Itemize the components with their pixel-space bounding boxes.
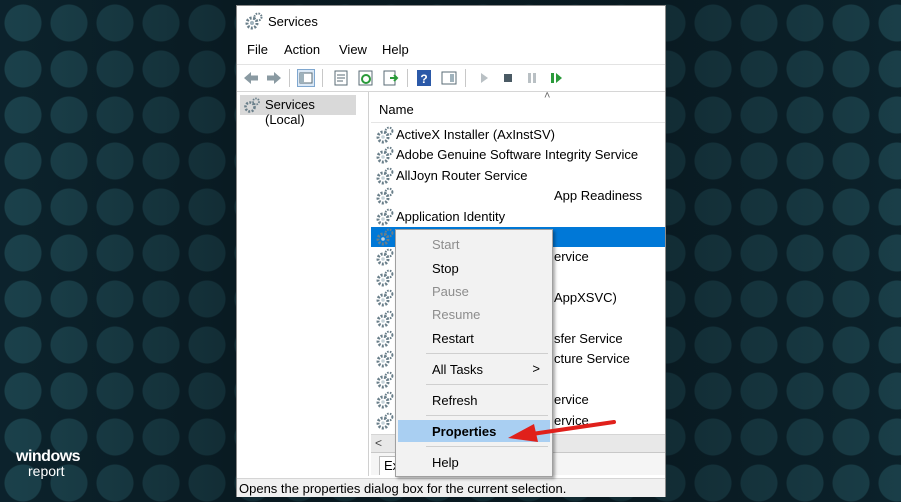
back-arrow-icon[interactable] [242,69,260,87]
menu-separator [426,353,548,354]
service-gear-icon [376,228,394,249]
menu-view[interactable]: View [339,42,367,57]
menu-item-pause[interactable]: Pause [398,280,550,302]
restart-service-icon[interactable] [547,69,565,87]
show-hide-console-tree-icon[interactable] [297,69,315,87]
service-gear-icon [376,187,394,208]
svg-text:?: ? [420,72,427,86]
toolbar: ? [237,64,665,92]
window-title: Services [268,14,318,29]
service-name: ActiveX Installer (AxInstSV) [396,127,555,142]
service-row[interactable]: AllJoyn Router Service [371,166,665,186]
menu-item-label: Pause [432,284,469,299]
service-gear-icon [376,126,394,147]
toolbar-separator [407,69,408,87]
status-bar: Opens the properties dialog box for the … [237,478,665,497]
menu-item-stop[interactable]: Stop [398,257,550,279]
menu-item-label: Properties [432,424,497,439]
service-name: Adobe Genuine Software Integrity Service [396,147,639,163]
scroll-left-icon[interactable]: < [375,436,382,450]
services-gear-icon [244,97,260,116]
menu-help[interactable]: Help [382,42,409,57]
windows-report-logo: windows report [16,448,81,479]
menu-item-refresh[interactable]: Refresh [398,389,550,411]
title-bar[interactable]: Services [237,6,665,36]
column-header-label: Name [379,102,414,117]
service-name: AppXSVC) [554,290,617,306]
logo-line1: windows [16,448,81,465]
menu-file[interactable]: File [247,42,268,57]
menu-bar: File Action View Help [237,40,665,60]
menu-item-label: Restart [432,331,474,346]
service-gear-icon [376,208,394,229]
service-row[interactable]: ActiveX Installer (AxInstSV) [371,125,665,145]
toolbar-separator [465,69,466,87]
menu-item-label: Refresh [432,393,478,408]
menu-item-label: Start [432,237,460,252]
menu-item-restart[interactable]: Restart [398,327,550,349]
stop-service-icon[interactable] [499,69,517,87]
service-name: sfer Service [554,331,623,346]
service-name: ervice [554,392,589,408]
service-gear-icon [376,248,394,269]
sort-caret-icon: ˄ [544,92,551,102]
pause-service-icon[interactable] [523,69,541,87]
service-name: App Readiness [554,188,643,204]
toolbar-separator [322,69,323,87]
start-service-icon[interactable] [475,69,493,87]
menu-item-start[interactable]: Start [398,233,550,255]
menu-action[interactable]: Action [284,42,320,57]
service-gear-icon [376,289,394,310]
service-gear-icon [376,146,394,167]
service-name: ervice [554,249,589,265]
menu-item-label: All Tasks [432,362,484,377]
column-header-name[interactable]: ˄ Name [371,92,665,123]
properties-sheet-icon[interactable] [332,69,350,87]
service-name: cture Service [554,351,630,367]
service-gear-icon [376,350,394,371]
service-gear-icon [376,330,394,351]
service-row[interactable]: App Readiness [371,186,665,206]
services-gear-icon [245,12,263,33]
action-pane-icon[interactable] [440,69,458,87]
service-gear-icon [376,371,394,392]
menu-item-label: Stop [432,261,459,276]
menu-item-label: Help [432,455,459,470]
service-row[interactable]: Adobe Genuine Software Integrity Service [371,145,665,165]
menu-separator [426,384,548,385]
service-gear-icon [376,269,394,290]
tree-item-label: Services (Local) [265,97,315,127]
refresh-icon[interactable] [357,69,375,87]
service-row[interactable]: Application Identity [371,207,665,227]
service-name: AllJoyn Router Service [396,167,528,183]
service-gear-icon [376,412,394,433]
menu-item-all-tasks[interactable]: All Tasks > [398,358,550,380]
logo-line2: report [28,463,65,479]
forward-arrow-icon[interactable] [265,69,283,87]
menu-item-resume[interactable]: Resume [398,303,550,325]
menu-item-label: Resume [432,307,481,322]
help-icon[interactable]: ? [415,69,433,87]
submenu-chevron-icon: > [532,361,540,376]
service-gear-icon [376,310,394,331]
service-name: Application Identity [396,208,506,224]
tree-item-services-local[interactable]: Services (Local) [240,95,356,127]
red-pointer-arrow-icon [508,420,616,442]
status-text: Opens the properties dialog box for the … [239,481,567,496]
toolbar-separator [289,69,290,87]
export-list-icon[interactable] [382,69,400,87]
menu-item-help[interactable]: Help [398,451,550,473]
console-tree: Services (Local) [237,92,369,476]
service-gear-icon [376,167,394,188]
service-gear-icon [376,391,394,412]
